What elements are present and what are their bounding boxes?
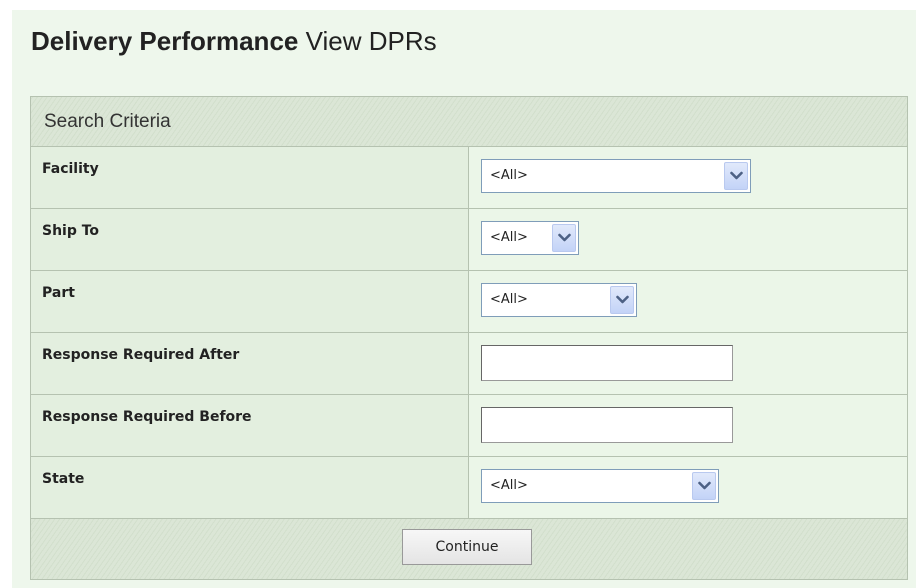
chevron-down-icon[interactable] xyxy=(692,472,716,500)
continue-button[interactable]: Continue xyxy=(402,529,532,565)
search-criteria-panel: Search Criteria Facility <All> Ship To <… xyxy=(30,96,908,580)
part-select-value: <All> xyxy=(490,292,528,307)
page-title: Delivery Performance View DPRs xyxy=(31,26,437,57)
response-after-input[interactable] xyxy=(481,345,733,381)
part-select[interactable]: <All> xyxy=(481,283,637,317)
response-before-input[interactable] xyxy=(481,407,733,443)
facility-select[interactable]: <All> xyxy=(481,159,751,193)
response-after-label: Response Required After xyxy=(31,333,469,394)
form-row-response-before: Response Required Before xyxy=(31,395,907,457)
form-row-part: Part <All> xyxy=(31,271,907,333)
page-title-main: Delivery Performance xyxy=(31,26,299,56)
chevron-down-icon[interactable] xyxy=(610,286,634,314)
search-criteria-heading: Search Criteria xyxy=(31,97,907,147)
part-label: Part xyxy=(31,271,469,332)
form-row-facility: Facility <All> xyxy=(31,147,907,209)
form-row-ship-to: Ship To <All> xyxy=(31,209,907,271)
ship-to-label: Ship To xyxy=(31,209,469,270)
page-title-sub: View DPRs xyxy=(305,26,437,56)
page: Delivery Performance View DPRs Search Cr… xyxy=(12,10,916,588)
form-row-state: State <All> xyxy=(31,457,907,519)
chevron-down-icon[interactable] xyxy=(552,224,576,252)
ship-to-select[interactable]: <All> xyxy=(481,221,579,255)
facility-select-value: <All> xyxy=(490,168,528,183)
form-row-response-after: Response Required After xyxy=(31,333,907,395)
response-before-label: Response Required Before xyxy=(31,395,469,456)
facility-label: Facility xyxy=(31,147,469,208)
ship-to-select-value: <All> xyxy=(490,230,528,245)
state-label: State xyxy=(31,457,469,518)
form-footer: Continue xyxy=(31,519,907,579)
chevron-down-icon[interactable] xyxy=(724,162,748,190)
state-select[interactable]: <All> xyxy=(481,469,719,503)
state-select-value: <All> xyxy=(490,478,528,493)
